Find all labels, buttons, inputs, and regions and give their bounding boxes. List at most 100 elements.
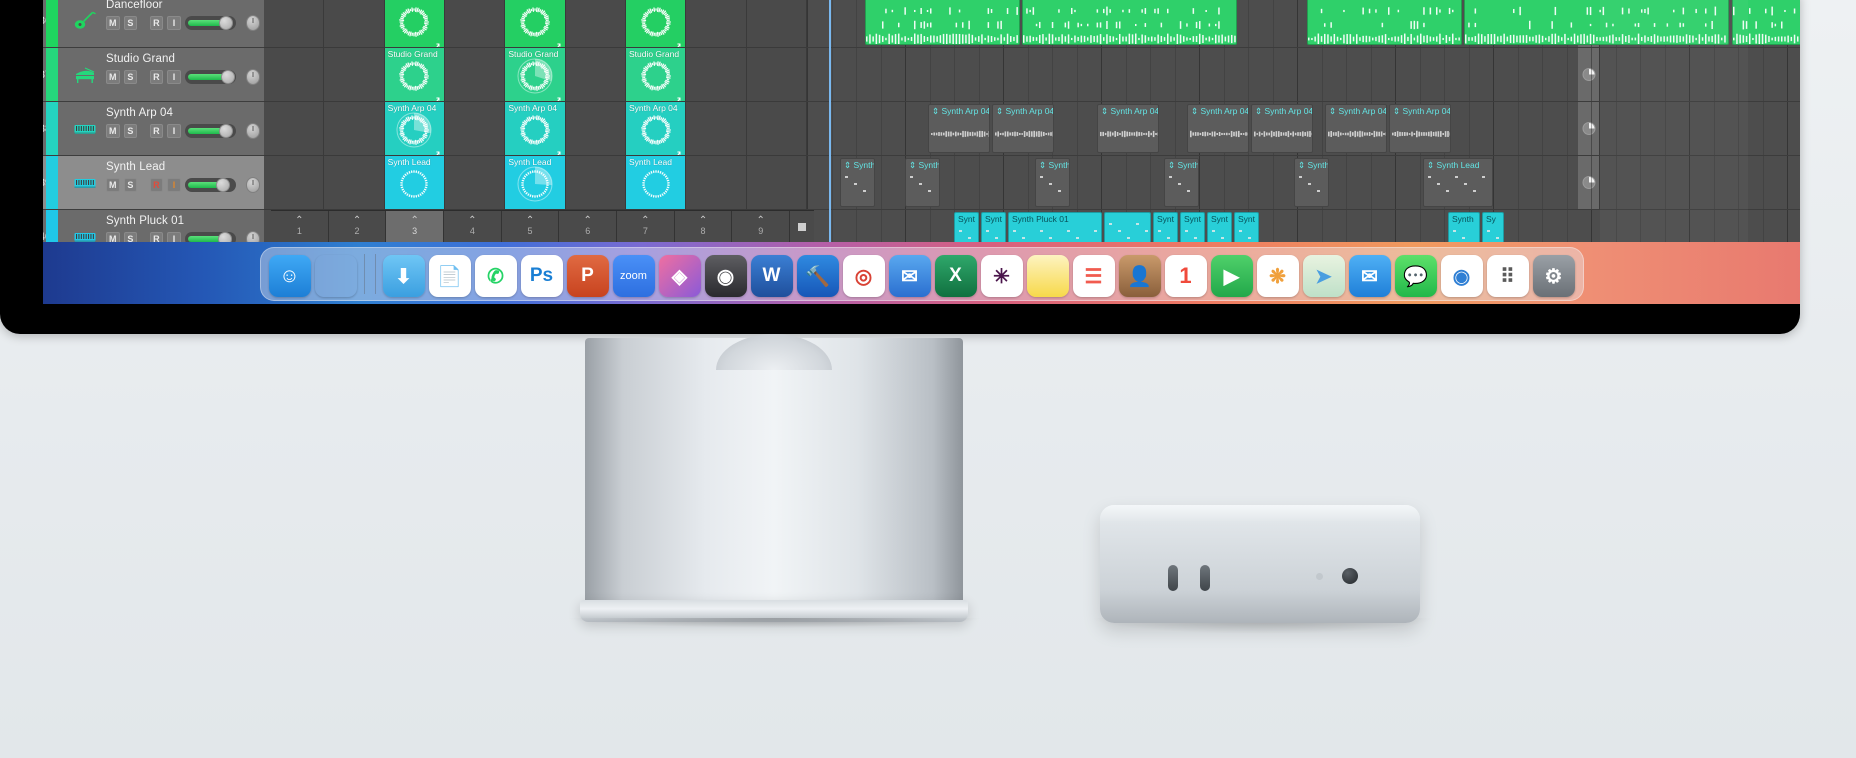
loop-play-icon[interactable]: [554, 91, 561, 98]
volume-fader[interactable]: [185, 178, 236, 192]
loop-cell-empty[interactable]: [747, 102, 807, 155]
scene-trigger-3[interactable]: ⌃ 3: [386, 211, 444, 242]
loop-play-icon[interactable]: [433, 91, 440, 98]
dock-item-pages[interactable]: 📄: [429, 255, 471, 297]
loop-cell-empty[interactable]: [445, 48, 505, 101]
fader-knob[interactable]: [221, 70, 235, 84]
scene-play-chevron-icon[interactable]: ⌃: [295, 217, 303, 225]
scene-trigger-6[interactable]: ⌃ 6: [559, 211, 617, 242]
solo-button[interactable]: S: [124, 70, 138, 84]
pan-knob[interactable]: [246, 123, 260, 139]
loop-cell[interactable]: Studio Grand: [505, 48, 565, 101]
loop-cell-empty[interactable]: [686, 156, 746, 209]
loop-cell[interactable]: [385, 0, 445, 47]
solo-button[interactable]: S: [124, 16, 138, 30]
track-name[interactable]: Synth Pluck 01: [106, 214, 260, 228]
scene-trigger-2[interactable]: ⌃ 2: [329, 211, 387, 242]
volume-fader[interactable]: [185, 16, 236, 30]
fader-knob[interactable]: [219, 124, 233, 138]
dock-item-system-settings[interactable]: ⚙: [1533, 255, 1575, 297]
input-monitor-button[interactable]: I: [167, 16, 181, 30]
arrangement-region[interactable]: ⇕ Synth Arp 04: [1097, 104, 1159, 153]
scene-play-chevron-icon[interactable]: ⌃: [410, 217, 418, 225]
arrangement-region[interactable]: ⇕ Synth: [905, 158, 940, 207]
arrangement-region[interactable]: Synt: [1207, 212, 1232, 242]
loop-play-icon[interactable]: [433, 145, 440, 152]
arrangement-region[interactable]: ⇕ Synth Arp 04: [1389, 104, 1451, 153]
record-button[interactable]: R: [150, 124, 164, 138]
record-button[interactable]: R: [150, 16, 164, 30]
arrangement-region[interactable]: Synt: [981, 212, 1006, 242]
arrangement-region[interactable]: Synt: [1180, 212, 1205, 242]
dock-item-zoom[interactable]: zoom: [613, 255, 655, 297]
loop-play-icon[interactable]: [554, 145, 561, 152]
loop-cell-empty[interactable]: [324, 102, 384, 155]
loop-cell-empty[interactable]: [264, 0, 324, 47]
mute-button[interactable]: M: [106, 70, 120, 84]
scene-play-chevron-icon[interactable]: ⌃: [353, 217, 361, 225]
playhead[interactable]: [829, 0, 831, 242]
arrangement-region[interactable]: ⇕ Synth Lead: [1423, 158, 1493, 207]
scene-trigger-5[interactable]: ⌃ 5: [502, 211, 560, 242]
fader-knob[interactable]: [219, 16, 233, 30]
arrangement-region[interactable]: [1104, 212, 1151, 242]
dock-item-photoshop[interactable]: Ps: [521, 255, 563, 297]
loop-cell[interactable]: Studio Grand: [626, 48, 686, 101]
loop-cell[interactable]: [626, 0, 686, 47]
keyboard-icon[interactable]: [72, 118, 98, 140]
dock-item-safari[interactable]: ◉: [1441, 255, 1483, 297]
dock-item-photos[interactable]: ❋: [1257, 255, 1299, 297]
arrangement-region[interactable]: ⇕ Synth Arp 04: [992, 104, 1054, 153]
pan-knob[interactable]: [246, 177, 260, 193]
mute-button[interactable]: M: [106, 16, 120, 30]
dock-item-mail[interactable]: ✉: [1349, 255, 1391, 297]
loop-cell[interactable]: Synth Arp 04: [385, 102, 445, 155]
input-monitor-button[interactable]: I: [167, 124, 181, 138]
loop-play-icon[interactable]: [433, 37, 440, 44]
keyboard-icon[interactable]: [72, 172, 98, 194]
scene-trigger-9[interactable]: ⌃ 9: [732, 211, 790, 242]
arrangement-region[interactable]: [865, 0, 1020, 45]
loop-cell-empty[interactable]: [264, 102, 324, 155]
loop-cell[interactable]: Synth Lead: [385, 156, 445, 209]
arrangement-region[interactable]: ⇕ Synth Arp 04: [1251, 104, 1313, 153]
track-color-strip[interactable]: [46, 156, 58, 209]
volume-fader[interactable]: [185, 124, 236, 138]
loop-cell-empty[interactable]: [747, 48, 807, 101]
arrangement-region[interactable]: ⇕ Synth: [1164, 158, 1199, 207]
arrangement-region[interactable]: ⇕ Synth: [1035, 158, 1070, 207]
arrangement-region[interactable]: ⇕ Synth: [1294, 158, 1329, 207]
dock-item-maps[interactable]: ➤: [1303, 255, 1345, 297]
loop-cell-empty[interactable]: [445, 156, 505, 209]
stop-all-button[interactable]: [790, 211, 814, 242]
pan-knob[interactable]: [246, 15, 260, 31]
scene-play-chevron-icon[interactable]: ⌃: [584, 217, 592, 225]
arrangement-region[interactable]: ⇕ Synth Arp 04: [1325, 104, 1387, 153]
track-name[interactable]: Studio Grand: [106, 52, 260, 66]
arrangement-region[interactable]: Sy: [1482, 212, 1504, 242]
dock-item-slack[interactable]: ✳: [981, 255, 1023, 297]
loop-cell-empty[interactable]: [445, 102, 505, 155]
dock-item-whatsapp[interactable]: ✆: [475, 255, 517, 297]
dock-item-xcode[interactable]: 🔨: [797, 255, 839, 297]
record-button[interactable]: R: [150, 178, 164, 192]
scene-trigger-8[interactable]: ⌃ 8: [675, 211, 733, 242]
loop-cell-empty[interactable]: [686, 48, 746, 101]
scene-trigger-1[interactable]: ⌃ 1: [271, 211, 329, 242]
loop-cell-empty[interactable]: [686, 0, 746, 47]
dock-item-launchpad[interactable]: ⠿: [1487, 255, 1529, 297]
mac-mini-power-button[interactable]: [1342, 568, 1358, 584]
track-header-4[interactable]: 39Synth LeadMSRI: [43, 156, 264, 210]
track-color-strip[interactable]: [46, 0, 58, 47]
scene-play-chevron-icon[interactable]: ⌃: [468, 217, 476, 225]
loop-cell-empty[interactable]: [324, 0, 384, 47]
loop-cell-empty[interactable]: [264, 156, 324, 209]
electric-guitar-icon[interactable]: [72, 10, 98, 32]
loop-cell-empty[interactable]: [324, 156, 384, 209]
loop-cell[interactable]: Synth Arp 04: [626, 102, 686, 155]
arrangement-timeline[interactable]: ⇕ Synth Arp 04 ⇕ Synth Arp 04 ⇕ Synth Arp …: [807, 0, 1800, 242]
loop-play-icon[interactable]: [674, 37, 681, 44]
track-name[interactable]: Dancefloor: [106, 0, 260, 12]
arrangement-region[interactable]: [1307, 0, 1462, 45]
dock-item-downloads[interactable]: ⬇: [383, 255, 425, 297]
